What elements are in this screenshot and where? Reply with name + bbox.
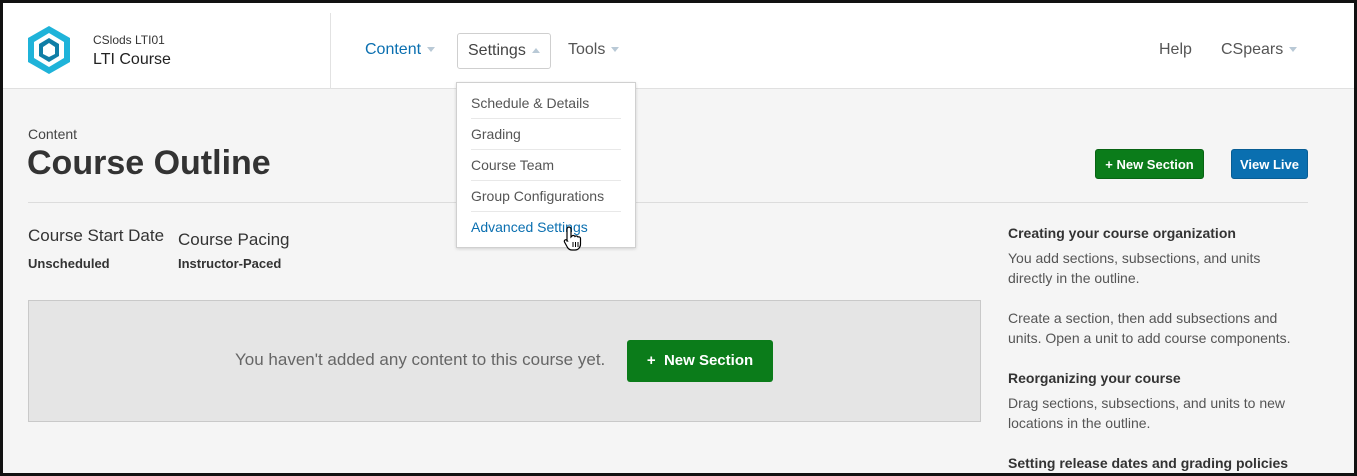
plus-icon: + bbox=[646, 352, 664, 369]
nav-settings-label: Settings bbox=[468, 42, 526, 59]
nav-content-label: Content bbox=[365, 41, 422, 58]
chevron-down-icon bbox=[427, 47, 436, 53]
plus-icon: + bbox=[1105, 157, 1117, 172]
menu-item-course-team[interactable]: Course Team bbox=[471, 150, 621, 181]
nav-tools-label: Tools bbox=[568, 41, 606, 58]
course-title[interactable]: LTI Course bbox=[93, 51, 171, 69]
chevron-up-icon bbox=[531, 48, 540, 54]
studio-logo-icon[interactable] bbox=[27, 25, 71, 75]
menu-item-grading[interactable]: Grading bbox=[471, 119, 621, 150]
nav-settings-menu[interactable]: Settings bbox=[457, 33, 551, 69]
menu-item-group-configurations[interactable]: Group Configurations bbox=[471, 181, 621, 212]
help-heading-release-dates: Setting release dates and grading polici… bbox=[1008, 455, 1289, 471]
settings-dropdown: Schedule & Details Grading Course Team G… bbox=[456, 82, 636, 248]
empty-outline-panel: You haven't added any content to this co… bbox=[28, 300, 981, 422]
start-date-label: Course Start Date bbox=[28, 226, 165, 245]
pacing-label: Course Pacing bbox=[178, 230, 290, 249]
divider bbox=[28, 202, 1308, 203]
help-text: Drag sections, subsections, and units to… bbox=[1008, 395, 1286, 431]
user-menu[interactable]: CSpears bbox=[1211, 33, 1307, 69]
course-org: CSlods LTI01 bbox=[93, 33, 165, 47]
studio-header: CSlods LTI01 LTI Course Content Settings… bbox=[3, 3, 1354, 89]
new-section-button[interactable]: + New Section bbox=[1095, 149, 1204, 179]
help-heading-reorganizing: Reorganizing your course bbox=[1008, 370, 1181, 386]
empty-message: You haven't added any content to this co… bbox=[235, 350, 606, 369]
help-heading-organization: Creating your course organization bbox=[1008, 225, 1236, 241]
help-text: Create a section, then add subsections a… bbox=[1008, 310, 1291, 346]
nav-content-menu[interactable]: Content bbox=[355, 33, 445, 69]
hand-pointer-icon bbox=[563, 226, 582, 251]
empty-new-section-button[interactable]: + New Section bbox=[627, 340, 773, 382]
chevron-down-icon bbox=[1289, 47, 1298, 53]
help-text: You add sections, subsections, and units… bbox=[1008, 250, 1261, 286]
chevron-down-icon bbox=[611, 47, 620, 53]
menu-item-schedule-details[interactable]: Schedule & Details bbox=[471, 88, 621, 119]
pacing-value: Instructor-Paced bbox=[178, 256, 282, 271]
view-live-button[interactable]: View Live bbox=[1231, 149, 1308, 179]
new-section-label: New Section bbox=[1116, 157, 1194, 172]
page-title: Course Outline bbox=[27, 144, 271, 182]
page-eyebrow: Content bbox=[28, 126, 78, 142]
header-divider bbox=[330, 13, 331, 89]
start-date-value: Unscheduled bbox=[28, 256, 110, 271]
menu-item-advanced-settings[interactable]: Advanced Settings bbox=[471, 212, 621, 243]
user-name: CSpears bbox=[1221, 41, 1284, 58]
nav-tools-menu[interactable]: Tools bbox=[558, 33, 629, 69]
empty-new-section-label: New Section bbox=[663, 352, 754, 369]
nav-help-link[interactable]: Help bbox=[1149, 33, 1202, 69]
